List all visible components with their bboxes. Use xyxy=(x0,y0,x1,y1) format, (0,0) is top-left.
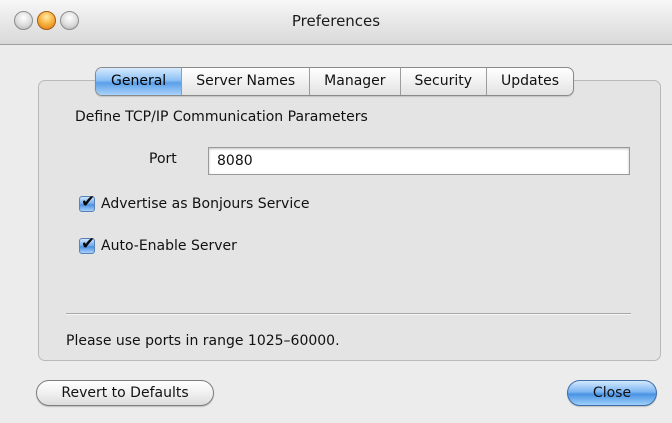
advertise-bonjour-label: Advertise as Bonjours Service xyxy=(101,196,310,212)
auto-enable-checkbox[interactable] xyxy=(79,234,95,254)
tab-manager[interactable]: Manager xyxy=(309,68,399,95)
tab-updates[interactable]: Updates xyxy=(486,68,573,95)
close-button[interactable]: Close xyxy=(567,380,657,406)
tab-server-names[interactable]: Server Names xyxy=(181,68,309,95)
port-label: Port xyxy=(149,151,177,167)
section-heading: Define TCP/IP Communication Parameters xyxy=(75,109,368,125)
advertise-bonjour-row[interactable]: Advertise as Bonjours Service xyxy=(79,192,310,214)
auto-enable-label: Auto-Enable Server xyxy=(101,238,237,254)
window-title: Preferences xyxy=(291,12,381,30)
advertise-bonjour-checkbox[interactable] xyxy=(79,192,95,212)
revert-to-defaults-button[interactable]: Revert to Defaults xyxy=(36,380,214,406)
auto-enable-row[interactable]: Auto-Enable Server xyxy=(79,234,237,256)
title-bar[interactable]: Preferences xyxy=(0,0,672,45)
divider xyxy=(66,313,631,315)
port-range-note: Please use ports in range 1025–60000. xyxy=(66,333,340,349)
tab-bar: General Server Names Manager Security Up… xyxy=(95,67,575,96)
preferences-window: Preferences General Server Names Manager… xyxy=(0,0,672,423)
port-input[interactable] xyxy=(208,147,630,175)
tab-general[interactable]: General xyxy=(96,68,182,95)
tab-security[interactable]: Security xyxy=(399,68,487,95)
